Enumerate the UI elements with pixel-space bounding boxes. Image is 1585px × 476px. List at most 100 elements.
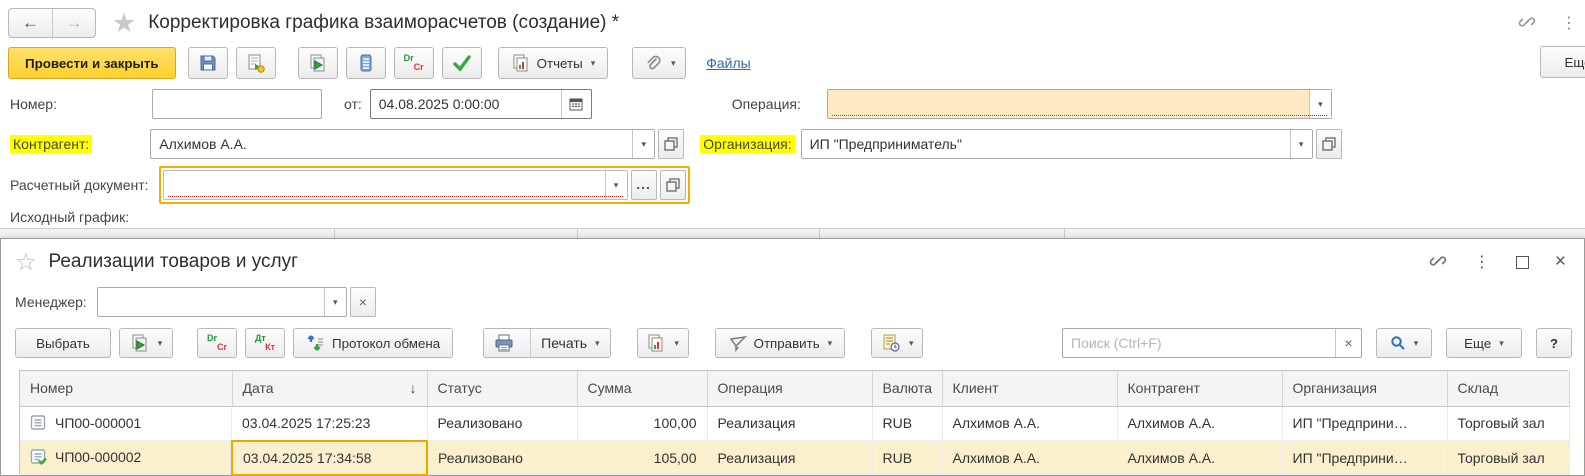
- save-button[interactable]: [188, 47, 228, 79]
- manager-clear-button[interactable]: ×: [350, 287, 376, 317]
- cell-date[interactable]: 03.04.2025 17:25:23: [232, 406, 427, 441]
- col-header-sum[interactable]: Сумма: [577, 371, 707, 406]
- popup-dr-cr-button[interactable]: DrCr: [197, 328, 237, 358]
- manager-field[interactable]: ▾: [97, 287, 347, 317]
- organization-dropdown-button[interactable]: ▾: [1290, 130, 1312, 158]
- operation-dropdown-button[interactable]: ▾: [1309, 90, 1331, 118]
- copy-post-icon: [130, 333, 150, 353]
- popup-dt-kt-button[interactable]: ДтКт: [245, 328, 285, 358]
- table-row-selected[interactable]: ЧП00-000002 03.04.2025 17:34:58 Реализов…: [20, 441, 1569, 475]
- print-label: Печать: [541, 335, 587, 351]
- col-header-operation[interactable]: Операция: [707, 371, 872, 406]
- popup-close-button[interactable]: ×: [1555, 251, 1566, 273]
- counterparty-dropdown-button[interactable]: ▾: [632, 130, 654, 158]
- cell-organization[interactable]: ИП "Предприни…: [1282, 441, 1447, 475]
- check-button[interactable]: [442, 47, 482, 79]
- settlement-doc-field[interactable]: ▾: [163, 170, 628, 200]
- col-header-number[interactable]: Номер: [20, 371, 232, 406]
- print-menu-button[interactable]: Печать ▾: [530, 329, 609, 357]
- counterparty-open-button[interactable]: [658, 129, 684, 159]
- post-document-button[interactable]: [236, 47, 276, 79]
- menu-kebab-icon[interactable]: ⋮: [1561, 13, 1577, 33]
- table-row[interactable]: ЧП00-000001 03.04.2025 17:25:23 Реализов…: [20, 406, 1569, 441]
- popup-get-link-icon[interactable]: [1428, 251, 1448, 274]
- search-clear-button[interactable]: ×: [1335, 329, 1361, 357]
- col-header-client[interactable]: Клиент: [942, 371, 1117, 406]
- organization-open-button[interactable]: [1316, 129, 1342, 159]
- cell-operation[interactable]: Реализация: [707, 441, 872, 475]
- cell-currency[interactable]: RUB: [872, 406, 942, 441]
- organization-field[interactable]: ИП "Предприниматель" ▾: [801, 129, 1313, 159]
- organization-dropdown-icon: ▾: [1299, 139, 1304, 150]
- dt-kt-icon: ДтКт: [255, 334, 275, 352]
- calendar-button[interactable]: [561, 90, 591, 118]
- manager-dropdown-button[interactable]: ▾: [324, 288, 346, 316]
- search-options-button[interactable]: ▾: [1376, 328, 1432, 358]
- scheduled-tasks-button[interactable]: ▾: [871, 328, 923, 358]
- dr-cr-button[interactable]: DrCr: [394, 47, 434, 79]
- cell-status[interactable]: Реализовано: [427, 406, 577, 441]
- cell-warehouse[interactable]: Торговый зал: [1447, 441, 1569, 475]
- exchange-protocol-button[interactable]: Протокол обмена: [293, 328, 453, 358]
- cell-sum[interactable]: 105,00: [577, 441, 707, 475]
- cell-organization[interactable]: ИП "Предприни…: [1282, 406, 1447, 441]
- external-reports-button[interactable]: ▾: [637, 328, 689, 358]
- copy-post-button[interactable]: [298, 47, 338, 79]
- cell-currency[interactable]: RUB: [872, 441, 942, 475]
- get-link-icon[interactable]: [1517, 12, 1537, 35]
- col-header-status[interactable]: Статус: [427, 371, 577, 406]
- create-based-on-button[interactable]: ▾: [119, 328, 173, 358]
- attachments-button[interactable]: ▾: [632, 47, 686, 79]
- cell-status[interactable]: Реализовано: [427, 441, 577, 475]
- cell-number[interactable]: ЧП00-000001: [20, 407, 232, 441]
- counterparty-field[interactable]: Алхимов А.А. ▾: [150, 129, 655, 159]
- col-header-date[interactable]: Дата ↓: [232, 371, 427, 406]
- settlement-doc-open-button[interactable]: [660, 170, 686, 200]
- search-input[interactable]: [1063, 329, 1335, 357]
- reports-button[interactable]: Отчеты ▾: [498, 47, 609, 79]
- popup-menu-kebab-icon[interactable]: ⋮: [1474, 252, 1490, 272]
- date-value: 04.08.2025 0:00:00: [371, 90, 561, 118]
- number-field[interactable]: [152, 89, 322, 119]
- search-area: × ▾ Еще ▾ ?: [1062, 328, 1572, 358]
- cell-counterparty[interactable]: Алхимов А.А.: [1117, 441, 1282, 475]
- more-button-top[interactable]: Еще: [1540, 46, 1585, 78]
- cell-warehouse[interactable]: Торговый зал: [1447, 406, 1569, 441]
- send-button[interactable]: Отправить ▾: [715, 328, 846, 358]
- cell-client[interactable]: Алхимов А.А.: [942, 406, 1117, 441]
- back-button[interactable]: ←: [9, 9, 52, 37]
- form-row-settlement-doc: Расчетный документ: ▾ ...: [10, 166, 1210, 204]
- print-icon-button[interactable]: [484, 329, 524, 357]
- cell-client[interactable]: Алхимов А.А.: [942, 441, 1117, 475]
- operation-field[interactable]: ▾: [827, 89, 1332, 119]
- more-button-popup[interactable]: Еще ▾: [1446, 328, 1522, 358]
- cell-counterparty[interactable]: Алхимов А.А.: [1117, 406, 1282, 441]
- cell-number[interactable]: ЧП00-000002: [20, 441, 231, 475]
- number-value: [153, 90, 321, 118]
- save-icon: [198, 53, 218, 73]
- calendar-icon: [568, 96, 584, 112]
- post-and-close-button[interactable]: Провести и закрыть: [8, 47, 176, 79]
- select-button[interactable]: Выбрать: [15, 328, 111, 358]
- settlement-doc-choose-button[interactable]: ...: [631, 170, 657, 200]
- cell-date-current[interactable]: 03.04.2025 17:34:58: [232, 441, 427, 475]
- col-header-counterparty[interactable]: Контрагент: [1117, 371, 1282, 406]
- date-field[interactable]: 04.08.2025 0:00:00: [370, 89, 592, 119]
- col-header-currency[interactable]: Валюта: [872, 371, 942, 406]
- register-records-button[interactable]: [346, 47, 386, 79]
- help-button[interactable]: ?: [1536, 328, 1572, 358]
- cell-sum[interactable]: 100,00: [577, 406, 707, 441]
- dr-cr-icon: DrCr: [207, 334, 227, 352]
- popup-favorite-star-icon[interactable]: ☆: [15, 248, 37, 277]
- col-header-warehouse[interactable]: Склад: [1447, 371, 1569, 406]
- create-based-on-dropdown-icon: ▾: [158, 338, 163, 349]
- organization-label: Организация:: [700, 135, 794, 153]
- settlement-doc-dropdown-button[interactable]: ▾: [605, 171, 627, 199]
- col-header-organization[interactable]: Организация: [1282, 371, 1447, 406]
- cell-operation[interactable]: Реализация: [707, 406, 872, 441]
- favorite-star-icon[interactable]: ★: [112, 8, 136, 39]
- forward-button[interactable]: →: [52, 9, 95, 37]
- files-link[interactable]: Файлы: [706, 55, 750, 71]
- popup-maximize-button[interactable]: [1516, 256, 1529, 269]
- operation-label: Операция:: [732, 96, 801, 112]
